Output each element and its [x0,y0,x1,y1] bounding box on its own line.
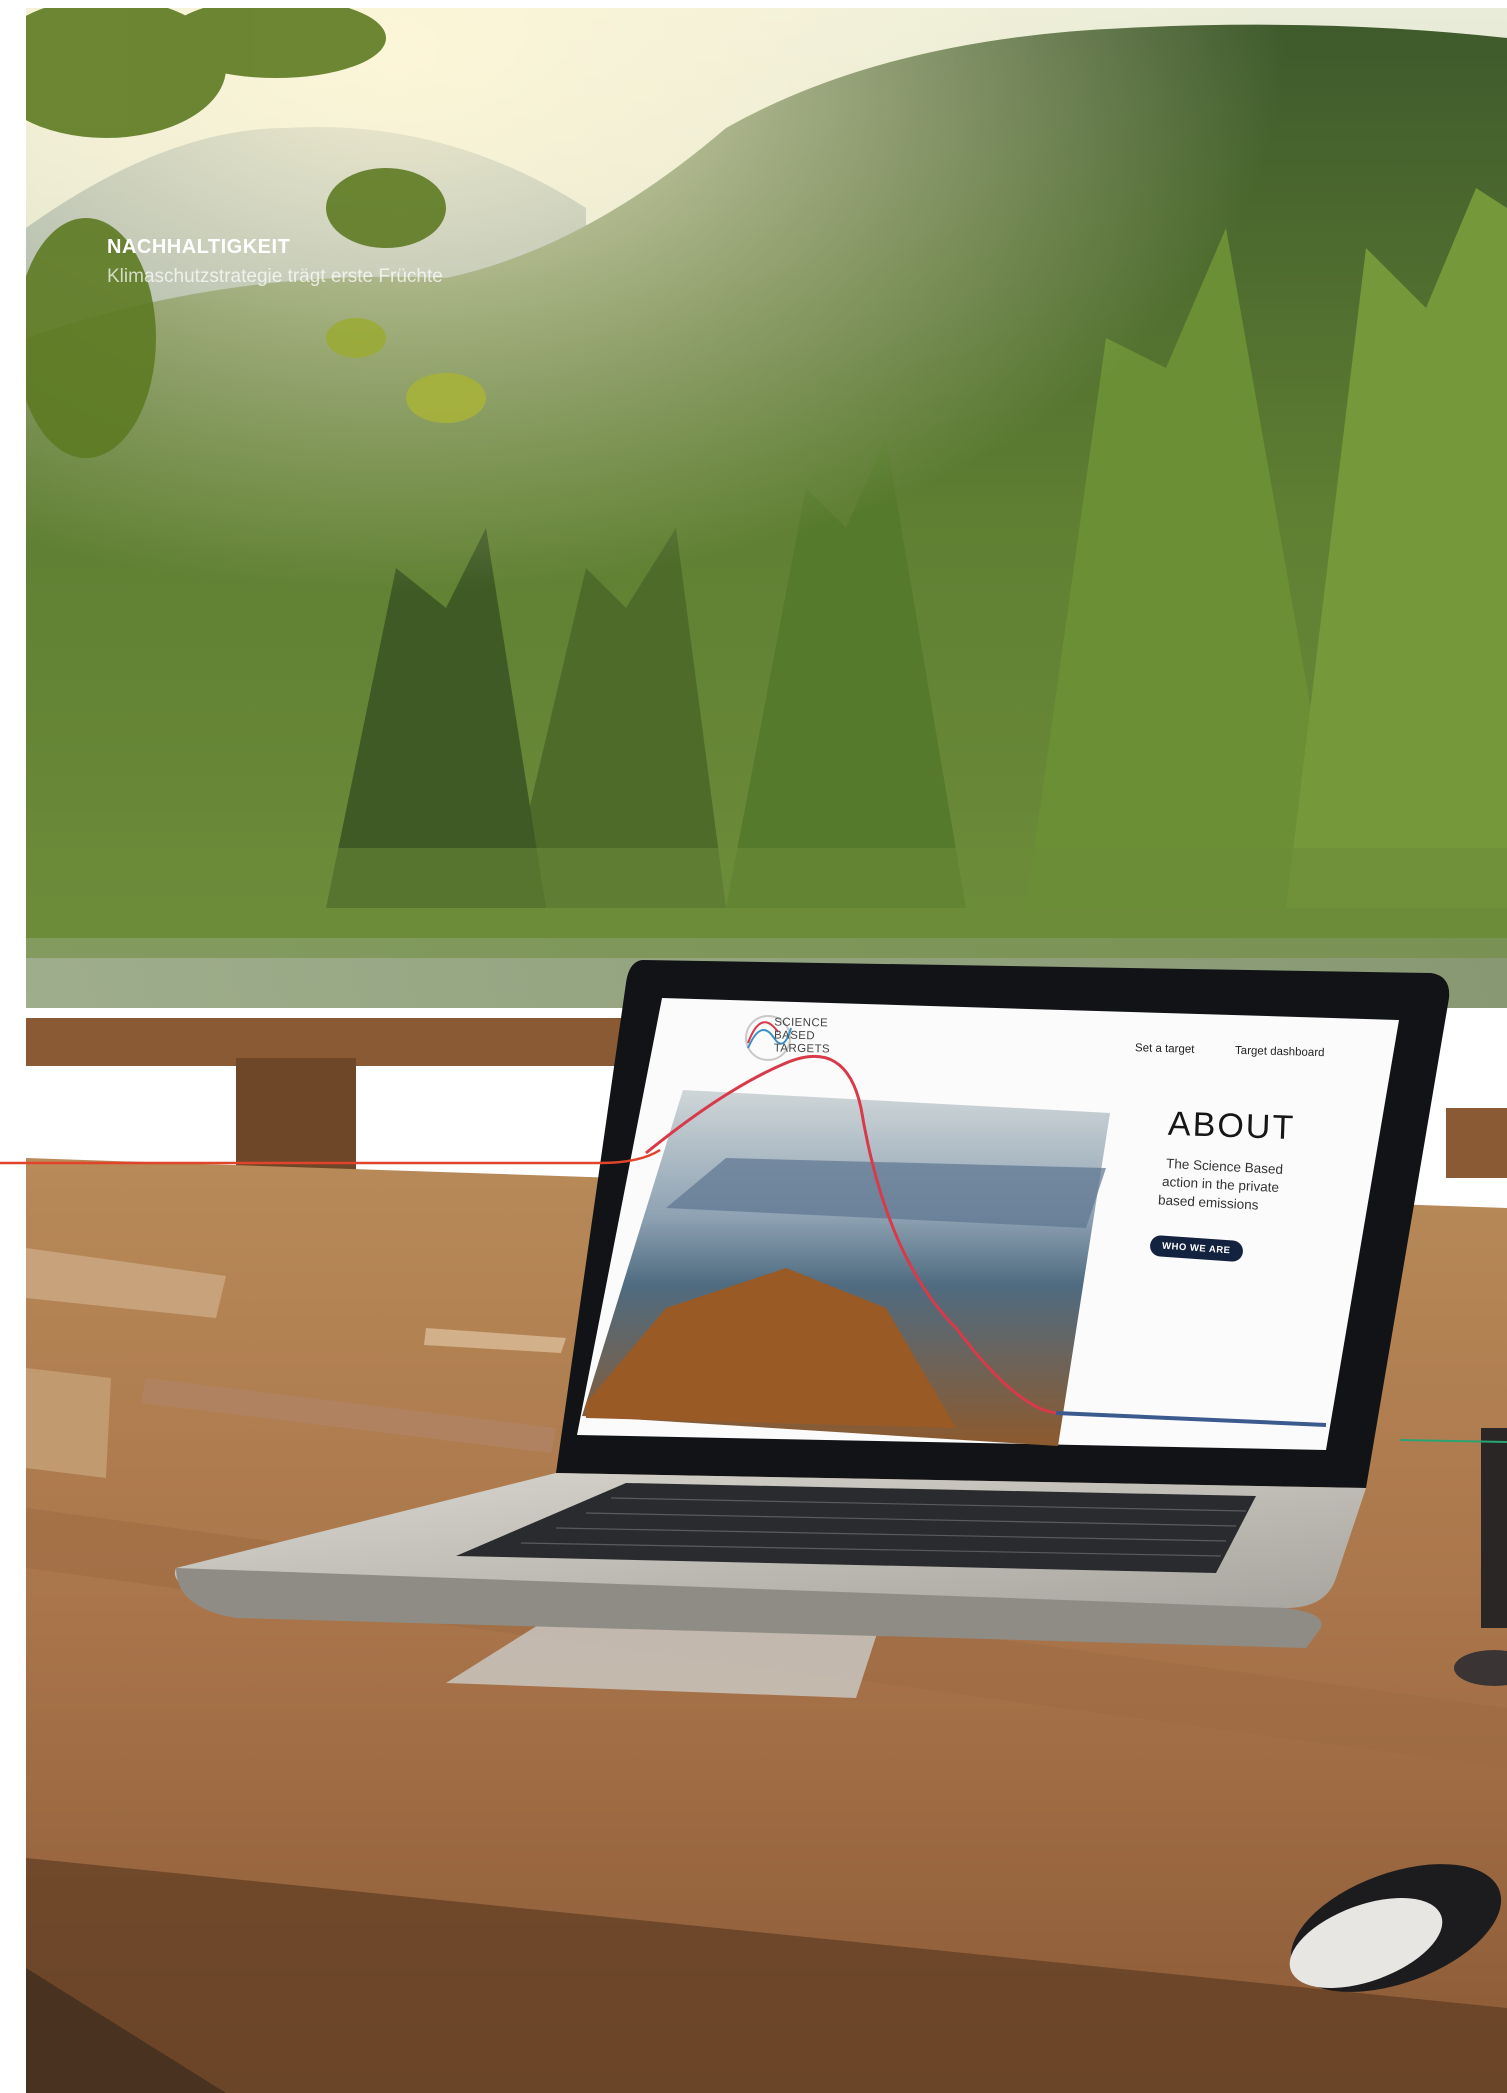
article-caption: NACHHALTIGKEIT Klimaschutzstrategie träg… [107,234,443,290]
category-label: NACHHALTIGKEIT [107,236,291,258]
screen-nav-set-target: Set a target [1134,1042,1195,1056]
screen-brand-logo: SCIENCE BASED TARGETS [774,1017,831,1057]
screen-nav-target-dashboard: Target dashboard [1234,1044,1325,1060]
brand-line: TARGETS [773,1042,831,1056]
caption-subtitle: Klimaschutzstrategie trägt erste Früchte [107,266,443,287]
screen-heading: ABOUT [1167,1104,1296,1148]
brand-line: BASED [773,1029,816,1043]
brand-line: SCIENCE [774,1016,829,1030]
